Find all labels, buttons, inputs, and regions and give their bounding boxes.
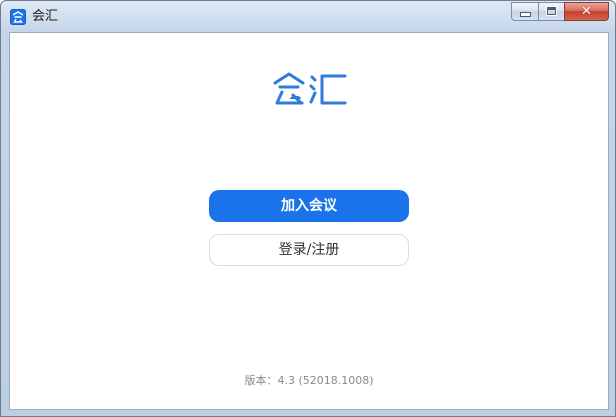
window-controls: ✕ [511, 2, 609, 21]
main-panel: 会汇 加入会议 登录/注册 版本：4.3 (52018.1008) [9, 32, 609, 410]
minimize-button[interactable] [511, 2, 538, 21]
minimize-icon [521, 13, 530, 16]
version-label: 版本：4.3 (52018.1008) [244, 374, 374, 387]
app-logo-icon [10, 9, 26, 25]
close-icon: ✕ [581, 4, 592, 19]
brand-logo [273, 72, 347, 105]
login-register-button[interactable]: 登录/注册 [209, 234, 409, 266]
maximize-button[interactable] [538, 2, 564, 21]
app-window: 会汇 ✕ 加入会议 登录/注册 版本：4.3 (52018.1008) [0, 0, 616, 417]
maximize-icon [546, 6, 557, 16]
window-title: 会汇 [32, 9, 59, 24]
join-meeting-button[interactable]: 加入会议 [209, 190, 409, 222]
title-bar[interactable]: 会汇 ✕ [1, 1, 615, 31]
close-button[interactable]: ✕ [564, 2, 609, 21]
